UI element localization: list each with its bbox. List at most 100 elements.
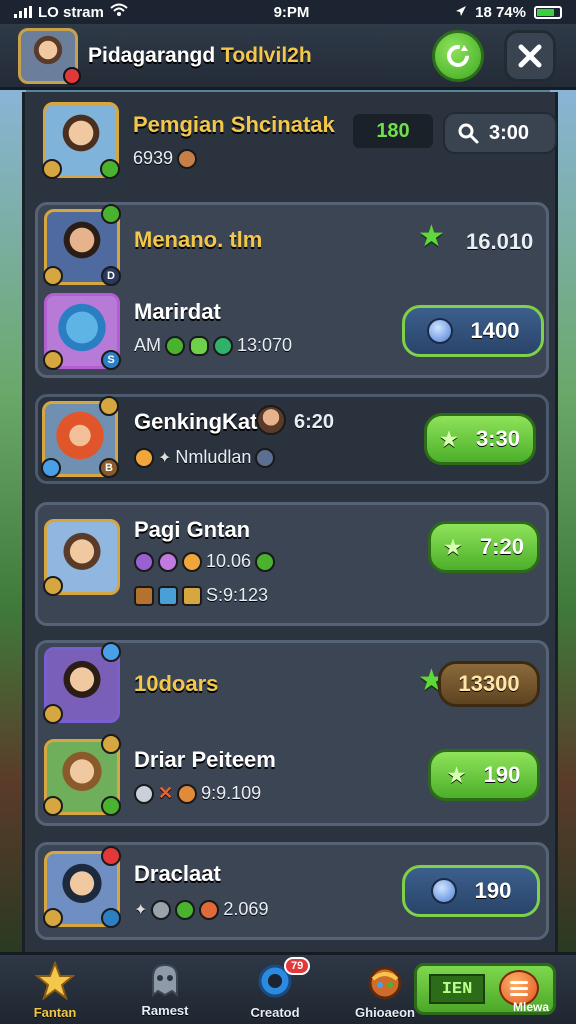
class-badge-icon xyxy=(101,796,121,816)
player-card[interactable]: 10doars ★ 13300 Driar Peiteem ✕ 9:9.109 … xyxy=(35,640,549,826)
player-card[interactable]: B GenkingKat 6:20 ✦ Nmludlan ★ 3:30 xyxy=(35,394,549,484)
nav-label: Ghioaeon xyxy=(355,1005,415,1020)
player-stat: 6939 xyxy=(133,148,198,169)
battery-icon xyxy=(533,5,562,19)
coin-icon xyxy=(177,783,198,804)
silver-coin-icon xyxy=(134,783,154,804)
player-name: Pagi Gntan xyxy=(134,517,251,542)
gear-icon xyxy=(151,899,172,920)
wifi-icon xyxy=(110,3,128,21)
player-portrait xyxy=(42,102,120,179)
search-button[interactable]: 3:00 xyxy=(443,112,557,154)
rank-badge-icon xyxy=(43,266,63,286)
crystal-value-button[interactable]: 190 xyxy=(402,865,540,917)
level-badge-icon xyxy=(101,204,121,224)
star-icon: ★ xyxy=(444,536,462,559)
class-badge-icon xyxy=(101,908,121,928)
level-badge-icon xyxy=(101,642,121,662)
nav-label: Fantan xyxy=(33,1005,77,1020)
player-row-self[interactable]: Pemgian Shcinatak 6939 180 3:00 xyxy=(35,98,557,190)
coin-icon xyxy=(199,899,220,920)
menu-label: Mlewa xyxy=(513,1000,550,1014)
gem-icon xyxy=(175,899,196,920)
crystal-value-button[interactable]: 1400 xyxy=(402,305,544,357)
stat-value: 13:070 xyxy=(237,335,293,355)
player-stat: AM 13:070 xyxy=(134,335,292,356)
mini-avatar-icon xyxy=(256,405,286,435)
player-score: 16.010 xyxy=(466,229,534,254)
header: Pidagarangd Todlvil2h xyxy=(0,24,576,90)
refresh-button[interactable] xyxy=(432,30,484,82)
player-portrait xyxy=(43,846,121,928)
stat-value: 10.06 xyxy=(206,551,252,571)
emerald-icon xyxy=(213,335,233,356)
reward-button[interactable]: ★ 3:30 xyxy=(424,413,536,465)
stat-value: 2.069 xyxy=(223,899,269,919)
reward-button[interactable]: ★ 7:20 xyxy=(428,521,540,573)
page-title-main: Pidagarangd xyxy=(88,43,216,67)
player-stat: S:9:123 xyxy=(134,585,268,606)
player-avatar[interactable] xyxy=(18,27,81,85)
crossed-swords-icon: ✕ xyxy=(158,783,174,803)
class-badge-icon: D xyxy=(101,266,121,286)
player-name: Marirdat xyxy=(134,299,221,324)
player-name: Menano. tlm xyxy=(134,227,263,252)
notification-badge: 79 xyxy=(284,957,311,975)
player-time: 6:20 xyxy=(294,411,335,433)
level-badge-icon xyxy=(99,396,119,416)
signal-icon xyxy=(14,6,32,18)
crystal-value: 1400 xyxy=(470,318,520,343)
rank-badge-icon xyxy=(42,159,62,179)
star-icon xyxy=(35,961,75,1001)
class-badge-icon: B xyxy=(99,458,119,478)
player-stat-value: 6939 xyxy=(133,148,174,168)
sparkle-icon: ✦ xyxy=(158,449,172,467)
level-badge-icon xyxy=(101,846,121,866)
orb-icon xyxy=(134,551,154,572)
stat-prefix: AM xyxy=(134,335,161,355)
crate-icon xyxy=(134,585,154,606)
nav-item-creatod[interactable]: 79 Creatod xyxy=(220,955,330,1024)
close-icon xyxy=(518,44,542,68)
reward-value: 3:30 xyxy=(475,426,520,451)
location-icon xyxy=(455,4,467,21)
player-card[interactable]: Pagi Gntan 10.06 S:9:123 ★ 7:20 xyxy=(35,502,549,626)
crystal-value: 190 xyxy=(474,878,512,903)
player-stat: ✕ 9:9.109 xyxy=(134,783,261,804)
player-portrait xyxy=(43,642,121,724)
star-icon: ★ xyxy=(447,764,466,787)
clock: 9:PM xyxy=(273,3,310,21)
menu-button[interactable]: IEN Mlewa xyxy=(414,963,556,1015)
rank-badge-icon xyxy=(43,350,63,370)
stat-value: S:9:123 xyxy=(206,585,269,605)
player-portrait: B xyxy=(41,396,119,478)
reward-value: 7:20 xyxy=(479,534,524,559)
page-title: Pidagarangd Todlvil2h xyxy=(88,44,312,68)
score-badge: 13300 xyxy=(438,661,540,707)
player-name: 10doars xyxy=(134,671,219,696)
player-stat: 10.06 xyxy=(134,551,276,572)
nav-item-ramest[interactable]: Ramest xyxy=(110,955,220,1024)
player-card[interactable]: D Menano. tlm ★ 16.010 S Marirdat AM 13:… xyxy=(35,202,549,378)
player-list-panel: Pemgian Shcinatak 6939 180 3:00 D Menano… xyxy=(22,92,558,952)
close-button[interactable] xyxy=(504,30,556,82)
rank-badge-icon xyxy=(43,796,63,816)
nav-label: Creatod xyxy=(250,1005,300,1020)
menu-code: IEN xyxy=(429,974,485,1004)
reward-button[interactable]: ★ 190 xyxy=(428,749,540,801)
player-portrait: S xyxy=(43,293,121,370)
level-badge-icon xyxy=(100,159,120,179)
rank-badge-icon xyxy=(43,704,63,724)
search-value: 3:00 xyxy=(489,121,530,144)
page-title-accent: Todlvil2h xyxy=(221,43,312,67)
star-icon: ★ xyxy=(440,428,458,451)
crystal-icon xyxy=(426,318,453,344)
gem-icon xyxy=(165,335,185,356)
potion-icon xyxy=(255,551,276,572)
nav-item-home[interactable]: Fantan xyxy=(0,955,110,1024)
search-icon xyxy=(458,123,479,144)
refresh-icon xyxy=(447,45,469,67)
player-card[interactable]: Draclaat ✦ 2.069 190 xyxy=(35,842,549,940)
coin-icon xyxy=(182,551,202,572)
sparkle-icon: ✦ xyxy=(134,901,148,919)
